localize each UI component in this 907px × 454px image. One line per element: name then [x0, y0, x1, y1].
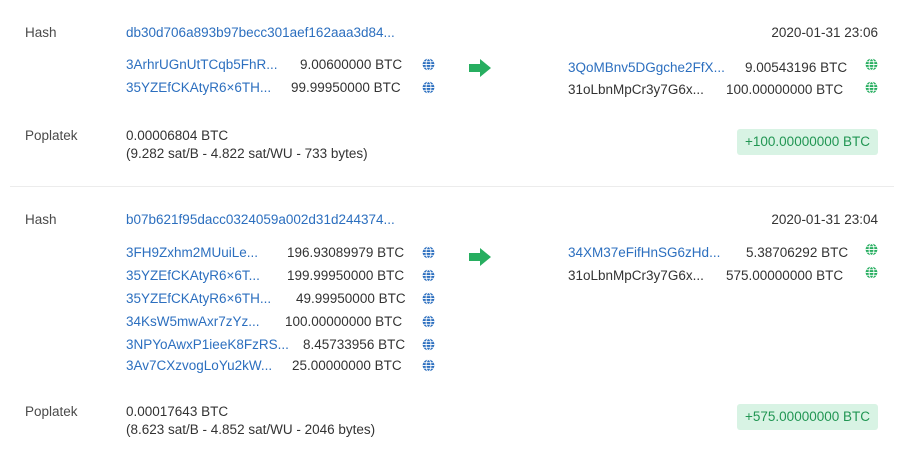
fee-label: Poplatek: [25, 128, 78, 143]
input-amount: 49.99950000 BTC: [296, 291, 406, 306]
input-address-link[interactable]: 3ArhrUGnUtTCqb5FhR...: [126, 57, 278, 72]
input-amount: 196.93089979 BTC: [287, 245, 405, 260]
arrow-right-icon: [469, 59, 491, 77]
output-amount: 5.38706292 BTC: [746, 245, 849, 260]
input-address-link[interactable]: 3Av7CXzvogLoYu2kW...: [126, 358, 272, 373]
input-amount-row: 100.00000000 BTC: [285, 312, 402, 332]
input-amount: 100.00000000 BTC: [285, 314, 403, 329]
output-row: 34XM37eFifHnSG6zHd...: [568, 243, 720, 263]
input-amount-row: 196.93089979 BTC: [287, 243, 404, 263]
fee-detail: (8.623 sat/B - 4.852 sat/WU - 2046 bytes…: [126, 422, 376, 437]
input-row: 34KsW5mwAxr7zYz...: [126, 312, 260, 332]
output-address: 31oLbnMpCr3y7G6x...: [568, 268, 704, 283]
globe-icon[interactable]: [422, 269, 435, 282]
fee-amount: 0.00006804 BTC: [126, 128, 229, 143]
input-address-link[interactable]: 35YZEfCKAtyR6×6T...: [126, 268, 260, 283]
input-row: 3ArhrUGnUtTCqb5FhR...: [126, 55, 278, 75]
tx-hash-link[interactable]: db30d706a893b97becc301aef162aaa3d84...: [126, 25, 395, 40]
output-address-link[interactable]: 34XM37eFifHnSG6zHd...: [568, 245, 720, 260]
input-row: 3NPYoAwxP1ieeK8FzRS...: [126, 335, 289, 355]
globe-icon[interactable]: [865, 266, 878, 279]
input-address-link[interactable]: 3FH9Zxhm2MUuiLe...: [126, 245, 258, 260]
fee-amount: 0.00017643 BTC: [126, 404, 229, 419]
globe-icon[interactable]: [422, 81, 435, 94]
output-amount-row: 9.00543196 BTC: [745, 58, 847, 78]
tx-timestamp: 2020-01-31 23:06: [771, 25, 878, 40]
input-row: 35YZEfCKAtyR6×6TH...: [126, 289, 271, 309]
input-amount: 9.00600000 BTC: [300, 57, 403, 72]
input-address-link[interactable]: 35YZEfCKAtyR6×6TH...: [126, 291, 271, 306]
output-amount: 100.00000000 BTC: [726, 82, 844, 97]
input-row: 3FH9Zxhm2MUuiLe...: [126, 243, 258, 263]
input-amount-row: 9.00600000 BTC: [300, 55, 402, 75]
output-address-link[interactable]: 3QoMBnv5DGgche2FfX...: [568, 60, 725, 75]
globe-icon[interactable]: [422, 58, 435, 71]
input-amount-row: 25.00000000 BTC: [292, 356, 402, 376]
globe-icon[interactable]: [422, 246, 435, 259]
divider: [10, 186, 894, 187]
globe-icon[interactable]: [422, 359, 435, 372]
hash-label: Hash: [25, 25, 57, 40]
globe-icon[interactable]: [865, 81, 878, 94]
output-amount: 575.00000000 BTC: [726, 268, 844, 283]
input-row: 35YZEfCKAtyR6×6T...: [126, 266, 260, 286]
fee-label: Poplatek: [25, 404, 78, 419]
input-amount: 199.99950000 BTC: [287, 268, 405, 283]
output-row: 31oLbnMpCr3y7G6x...: [568, 266, 704, 286]
output-address: 31oLbnMpCr3y7G6x...: [568, 82, 704, 97]
input-amount-row: 49.99950000 BTC: [296, 289, 406, 309]
balance-change-badge: +575.00000000 BTC: [737, 404, 878, 430]
input-address-link[interactable]: 34KsW5mwAxr7zYz...: [126, 314, 260, 329]
output-row: 31oLbnMpCr3y7G6x...: [568, 80, 704, 100]
input-row: 3Av7CXzvogLoYu2kW...: [126, 356, 272, 376]
globe-icon[interactable]: [422, 338, 435, 351]
arrow-right-icon: [469, 248, 491, 266]
globe-icon[interactable]: [422, 315, 435, 328]
output-amount-row: 100.00000000 BTC: [726, 80, 843, 100]
globe-icon[interactable]: [865, 243, 878, 256]
input-address-link[interactable]: 3NPYoAwxP1ieeK8FzRS...: [126, 337, 289, 352]
output-amount-row: 5.38706292 BTC: [746, 243, 848, 263]
balance-change-badge: +100.00000000 BTC: [737, 129, 878, 155]
hash-label: Hash: [25, 212, 57, 227]
globe-icon[interactable]: [865, 58, 878, 71]
input-address-link[interactable]: 35YZEfCKAtyR6×6TH...: [126, 80, 271, 95]
globe-icon[interactable]: [422, 292, 435, 305]
tx-hash-link[interactable]: b07b621f95dacc0324059a002d31d244374...: [126, 212, 395, 227]
output-row: 3QoMBnv5DGgche2FfX...: [568, 58, 725, 78]
output-amount: 9.00543196 BTC: [745, 60, 848, 75]
fee-detail: (9.282 sat/B - 4.822 sat/WU - 733 bytes): [126, 146, 368, 161]
input-amount-row: 8.45733956 BTC: [303, 335, 405, 355]
input-amount-row: 99.99950000 BTC: [291, 78, 401, 98]
input-row: 35YZEfCKAtyR6×6TH...: [126, 78, 271, 98]
input-amount: 99.99950000 BTC: [291, 80, 401, 95]
input-amount-row: 199.99950000 BTC: [287, 266, 404, 286]
tx-timestamp: 2020-01-31 23:04: [771, 212, 878, 227]
input-amount: 25.00000000 BTC: [292, 358, 402, 373]
output-amount-row: 575.00000000 BTC: [726, 266, 843, 286]
input-amount: 8.45733956 BTC: [303, 337, 406, 352]
